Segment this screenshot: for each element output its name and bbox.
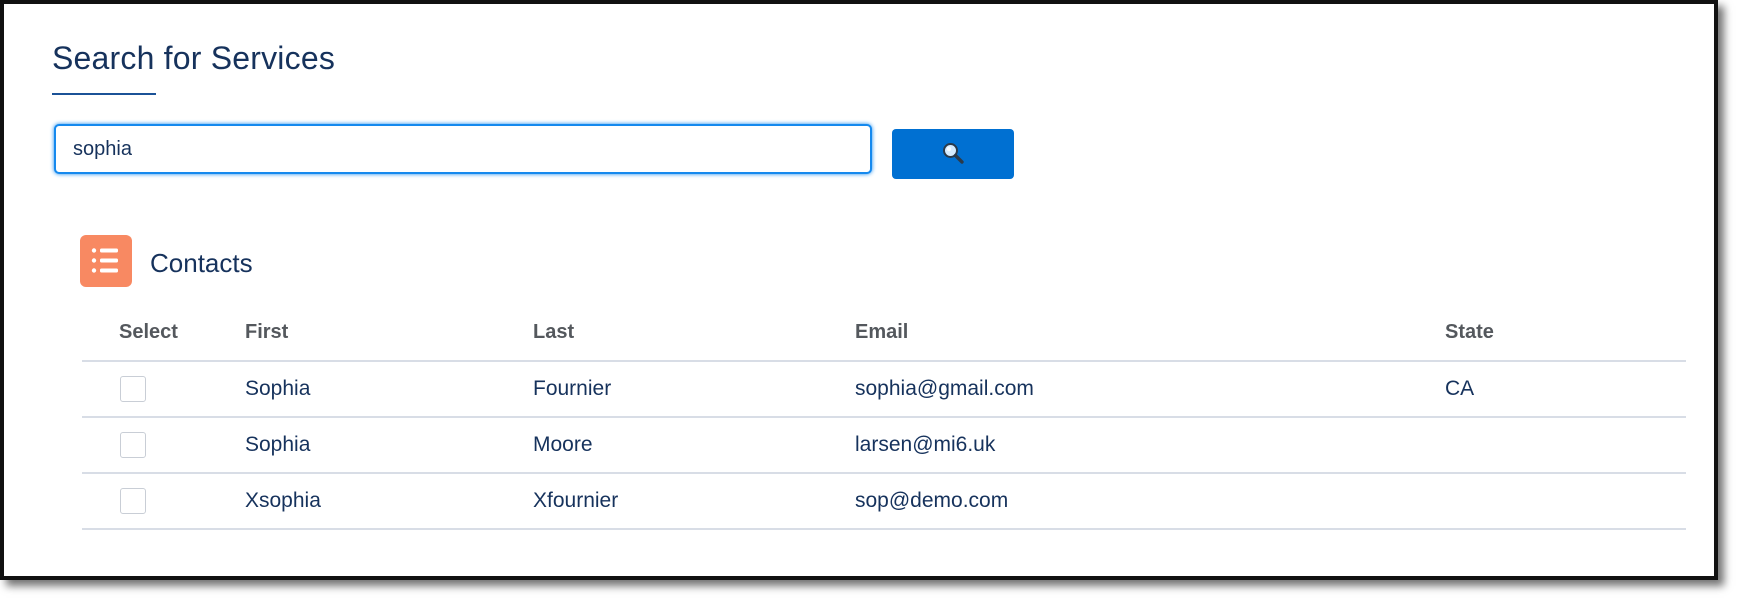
column-header-email: Email [855, 304, 1445, 362]
contacts-title: Contacts [150, 248, 253, 278]
cell-last: Moore [533, 417, 855, 474]
search-icon [941, 141, 965, 168]
cell-email: sop@demo.com [855, 473, 1445, 530]
table-row: Xsophia Xfournier sop@demo.com [82, 473, 1686, 530]
column-header-select: Select [82, 304, 245, 362]
cell-state: CA [1445, 361, 1686, 418]
cell-state [1445, 417, 1686, 474]
column-header-first: First [245, 304, 533, 362]
cell-email: sophia@gmail.com [855, 361, 1445, 418]
cell-state [1445, 473, 1686, 530]
contacts-table: Select First Last Email State Sophia Fou… [82, 304, 1686, 530]
cell-first: Xsophia [245, 473, 533, 530]
cell-first: Sophia [245, 417, 533, 474]
table-row: Sophia Fournier sophia@gmail.com CA [82, 361, 1686, 418]
search-input[interactable] [54, 124, 872, 174]
table-row: Sophia Moore larsen@mi6.uk [82, 417, 1686, 474]
page-title: Search for Services [52, 40, 336, 76]
cell-email: larsen@mi6.uk [855, 417, 1445, 474]
cell-last: Xfournier [533, 473, 855, 530]
title-underline [52, 93, 156, 95]
table-header-row: Select First Last Email State [82, 304, 1686, 362]
row-select-checkbox[interactable] [120, 488, 146, 514]
row-select-checkbox[interactable] [120, 432, 146, 458]
search-button[interactable] [892, 129, 1014, 179]
row-select-checkbox[interactable] [120, 376, 146, 402]
column-header-state: State [1445, 304, 1686, 362]
app-window: Search for Services Contacts Select Firs… [0, 0, 1718, 580]
list-icon [80, 235, 132, 287]
column-header-last: Last [533, 304, 855, 362]
cell-last: Fournier [533, 361, 855, 418]
cell-first: Sophia [245, 361, 533, 418]
